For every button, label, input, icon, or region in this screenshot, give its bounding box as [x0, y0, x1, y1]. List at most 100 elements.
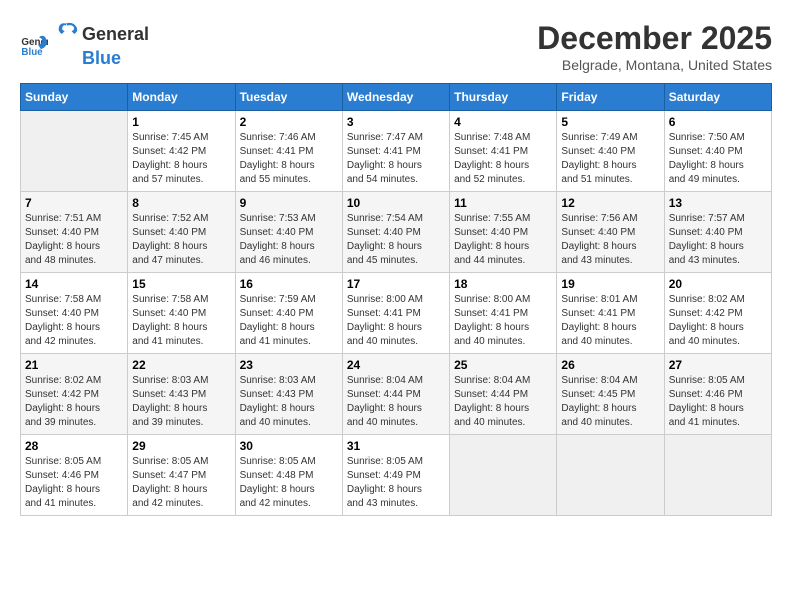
- day-number: 20: [669, 277, 767, 291]
- calendar-day-cell: 7Sunrise: 7:51 AMSunset: 4:40 PMDaylight…: [21, 192, 128, 273]
- daylight-minutes-text: and 43 minutes.: [669, 254, 767, 268]
- sunset-text: Sunset: 4:41 PM: [347, 307, 445, 321]
- day-number: 25: [454, 358, 552, 372]
- daylight-hours-text: Daylight: 8 hours: [132, 402, 230, 416]
- daylight-text: Daylight: 8 hoursand 40 minutes.: [669, 321, 767, 349]
- daylight-hours-text: Daylight: 8 hours: [347, 240, 445, 254]
- weekday-header-cell: Monday: [128, 84, 235, 111]
- daylight-text: Daylight: 8 hoursand 55 minutes.: [240, 159, 338, 187]
- calendar-day-cell: 3Sunrise: 7:47 AMSunset: 4:41 PMDaylight…: [342, 111, 449, 192]
- daylight-minutes-text: and 52 minutes.: [454, 173, 552, 187]
- daylight-text: Daylight: 8 hoursand 49 minutes.: [669, 159, 767, 187]
- daylight-text: Daylight: 8 hoursand 40 minutes.: [561, 321, 659, 349]
- day-number: 8: [132, 196, 230, 210]
- logo-text-blue: Blue: [82, 48, 121, 68]
- sunrise-text: Sunrise: 8:02 AM: [25, 374, 123, 388]
- daylight-minutes-text: and 40 minutes.: [347, 335, 445, 349]
- day-detail: Sunrise: 7:45 AMSunset: 4:42 PMDaylight:…: [132, 131, 230, 187]
- calendar-day-cell: 22Sunrise: 8:03 AMSunset: 4:43 PMDayligh…: [128, 354, 235, 435]
- logo-text-general: General: [82, 24, 149, 45]
- weekday-header-row: SundayMondayTuesdayWednesdayThursdayFrid…: [21, 84, 772, 111]
- day-detail: Sunrise: 8:05 AMSunset: 4:48 PMDaylight:…: [240, 455, 338, 511]
- calendar-table: SundayMondayTuesdayWednesdayThursdayFrid…: [20, 83, 772, 516]
- sunrise-text: Sunrise: 8:04 AM: [454, 374, 552, 388]
- day-number: 22: [132, 358, 230, 372]
- daylight-hours-text: Daylight: 8 hours: [561, 159, 659, 173]
- calendar-day-cell: 23Sunrise: 8:03 AMSunset: 4:43 PMDayligh…: [235, 354, 342, 435]
- sunrise-text: Sunrise: 7:56 AM: [561, 212, 659, 226]
- sunset-text: Sunset: 4:42 PM: [669, 307, 767, 321]
- sunset-text: Sunset: 4:40 PM: [25, 307, 123, 321]
- day-detail: Sunrise: 7:49 AMSunset: 4:40 PMDaylight:…: [561, 131, 659, 187]
- daylight-minutes-text: and 57 minutes.: [132, 173, 230, 187]
- sunrise-text: Sunrise: 7:46 AM: [240, 131, 338, 145]
- sunrise-text: Sunrise: 7:50 AM: [669, 131, 767, 145]
- daylight-hours-text: Daylight: 8 hours: [240, 402, 338, 416]
- daylight-hours-text: Daylight: 8 hours: [25, 240, 123, 254]
- sunset-text: Sunset: 4:42 PM: [132, 145, 230, 159]
- sunrise-text: Sunrise: 8:00 AM: [454, 293, 552, 307]
- daylight-text: Daylight: 8 hoursand 41 minutes.: [132, 321, 230, 349]
- sunrise-text: Sunrise: 8:05 AM: [132, 455, 230, 469]
- daylight-minutes-text: and 41 minutes.: [669, 416, 767, 430]
- day-detail: Sunrise: 7:57 AMSunset: 4:40 PMDaylight:…: [669, 212, 767, 268]
- day-detail: Sunrise: 7:46 AMSunset: 4:41 PMDaylight:…: [240, 131, 338, 187]
- daylight-minutes-text: and 41 minutes.: [240, 335, 338, 349]
- month-title: December 2025: [537, 20, 772, 57]
- daylight-text: Daylight: 8 hoursand 44 minutes.: [454, 240, 552, 268]
- daylight-hours-text: Daylight: 8 hours: [669, 321, 767, 335]
- logo-icon: General Blue: [20, 31, 48, 59]
- calendar-day-cell: [557, 435, 664, 516]
- daylight-hours-text: Daylight: 8 hours: [561, 402, 659, 416]
- day-detail: Sunrise: 7:56 AMSunset: 4:40 PMDaylight:…: [561, 212, 659, 268]
- daylight-minutes-text: and 43 minutes.: [561, 254, 659, 268]
- daylight-text: Daylight: 8 hoursand 40 minutes.: [240, 402, 338, 430]
- day-detail: Sunrise: 7:53 AMSunset: 4:40 PMDaylight:…: [240, 212, 338, 268]
- daylight-text: Daylight: 8 hoursand 45 minutes.: [347, 240, 445, 268]
- day-detail: Sunrise: 8:05 AMSunset: 4:47 PMDaylight:…: [132, 455, 230, 511]
- daylight-hours-text: Daylight: 8 hours: [240, 159, 338, 173]
- calendar-day-cell: 25Sunrise: 8:04 AMSunset: 4:44 PMDayligh…: [450, 354, 557, 435]
- calendar-day-cell: 18Sunrise: 8:00 AMSunset: 4:41 PMDayligh…: [450, 273, 557, 354]
- day-detail: Sunrise: 8:03 AMSunset: 4:43 PMDaylight:…: [240, 374, 338, 430]
- calendar-day-cell: 11 Sunrise: 7:55 AMSunset: 4:40 PMDayligh…: [450, 192, 557, 273]
- sunrise-text: Sunrise: 7:58 AM: [132, 293, 230, 307]
- day-detail: Sunrise: 8:00 AMSunset: 4:41 PMDaylight:…: [347, 293, 445, 349]
- daylight-text: Daylight: 8 hoursand 47 minutes.: [132, 240, 230, 268]
- daylight-hours-text: Daylight: 8 hours: [454, 402, 552, 416]
- day-number: 14: [25, 277, 123, 291]
- calendar-day-cell: 20Sunrise: 8:02 AMSunset: 4:42 PMDayligh…: [664, 273, 771, 354]
- day-number: 5: [561, 115, 659, 129]
- sunset-text: Sunset: 4:47 PM: [132, 469, 230, 483]
- daylight-hours-text: Daylight: 8 hours: [669, 159, 767, 173]
- sunset-text: Sunset: 4:40 PM: [669, 145, 767, 159]
- sunrise-text: Sunrise: 7:53 AM: [240, 212, 338, 226]
- daylight-hours-text: Daylight: 8 hours: [132, 483, 230, 497]
- day-number: 7: [25, 196, 123, 210]
- day-number: 9: [240, 196, 338, 210]
- daylight-text: Daylight: 8 hoursand 52 minutes.: [454, 159, 552, 187]
- daylight-minutes-text: and 44 minutes.: [454, 254, 552, 268]
- daylight-minutes-text: and 55 minutes.: [240, 173, 338, 187]
- sunset-text: Sunset: 4:40 PM: [347, 226, 445, 240]
- daylight-text: Daylight: 8 hoursand 42 minutes.: [25, 321, 123, 349]
- location-title: Belgrade, Montana, United States: [537, 57, 772, 73]
- daylight-text: Daylight: 8 hoursand 57 minutes.: [132, 159, 230, 187]
- daylight-minutes-text: and 54 minutes.: [347, 173, 445, 187]
- daylight-hours-text: Daylight: 8 hours: [454, 321, 552, 335]
- sunset-text: Sunset: 4:40 PM: [454, 226, 552, 240]
- daylight-minutes-text: and 40 minutes.: [669, 335, 767, 349]
- day-number: 11: [454, 196, 552, 210]
- sunrise-text: Sunrise: 7:58 AM: [25, 293, 123, 307]
- sunrise-text: Sunrise: 7:55 AM: [454, 212, 552, 226]
- sunset-text: Sunset: 4:46 PM: [25, 469, 123, 483]
- daylight-hours-text: Daylight: 8 hours: [240, 321, 338, 335]
- logo-bird-icon: [52, 20, 80, 48]
- daylight-hours-text: Daylight: 8 hours: [132, 159, 230, 173]
- daylight-minutes-text: and 40 minutes.: [454, 335, 552, 349]
- sunset-text: Sunset: 4:49 PM: [347, 469, 445, 483]
- sunrise-text: Sunrise: 7:51 AM: [25, 212, 123, 226]
- calendar-day-cell: 9 Sunrise: 7:53 AMSunset: 4:40 PMDaylight…: [235, 192, 342, 273]
- logo: General Blue General Blue: [20, 20, 149, 69]
- sunset-text: Sunset: 4:40 PM: [561, 226, 659, 240]
